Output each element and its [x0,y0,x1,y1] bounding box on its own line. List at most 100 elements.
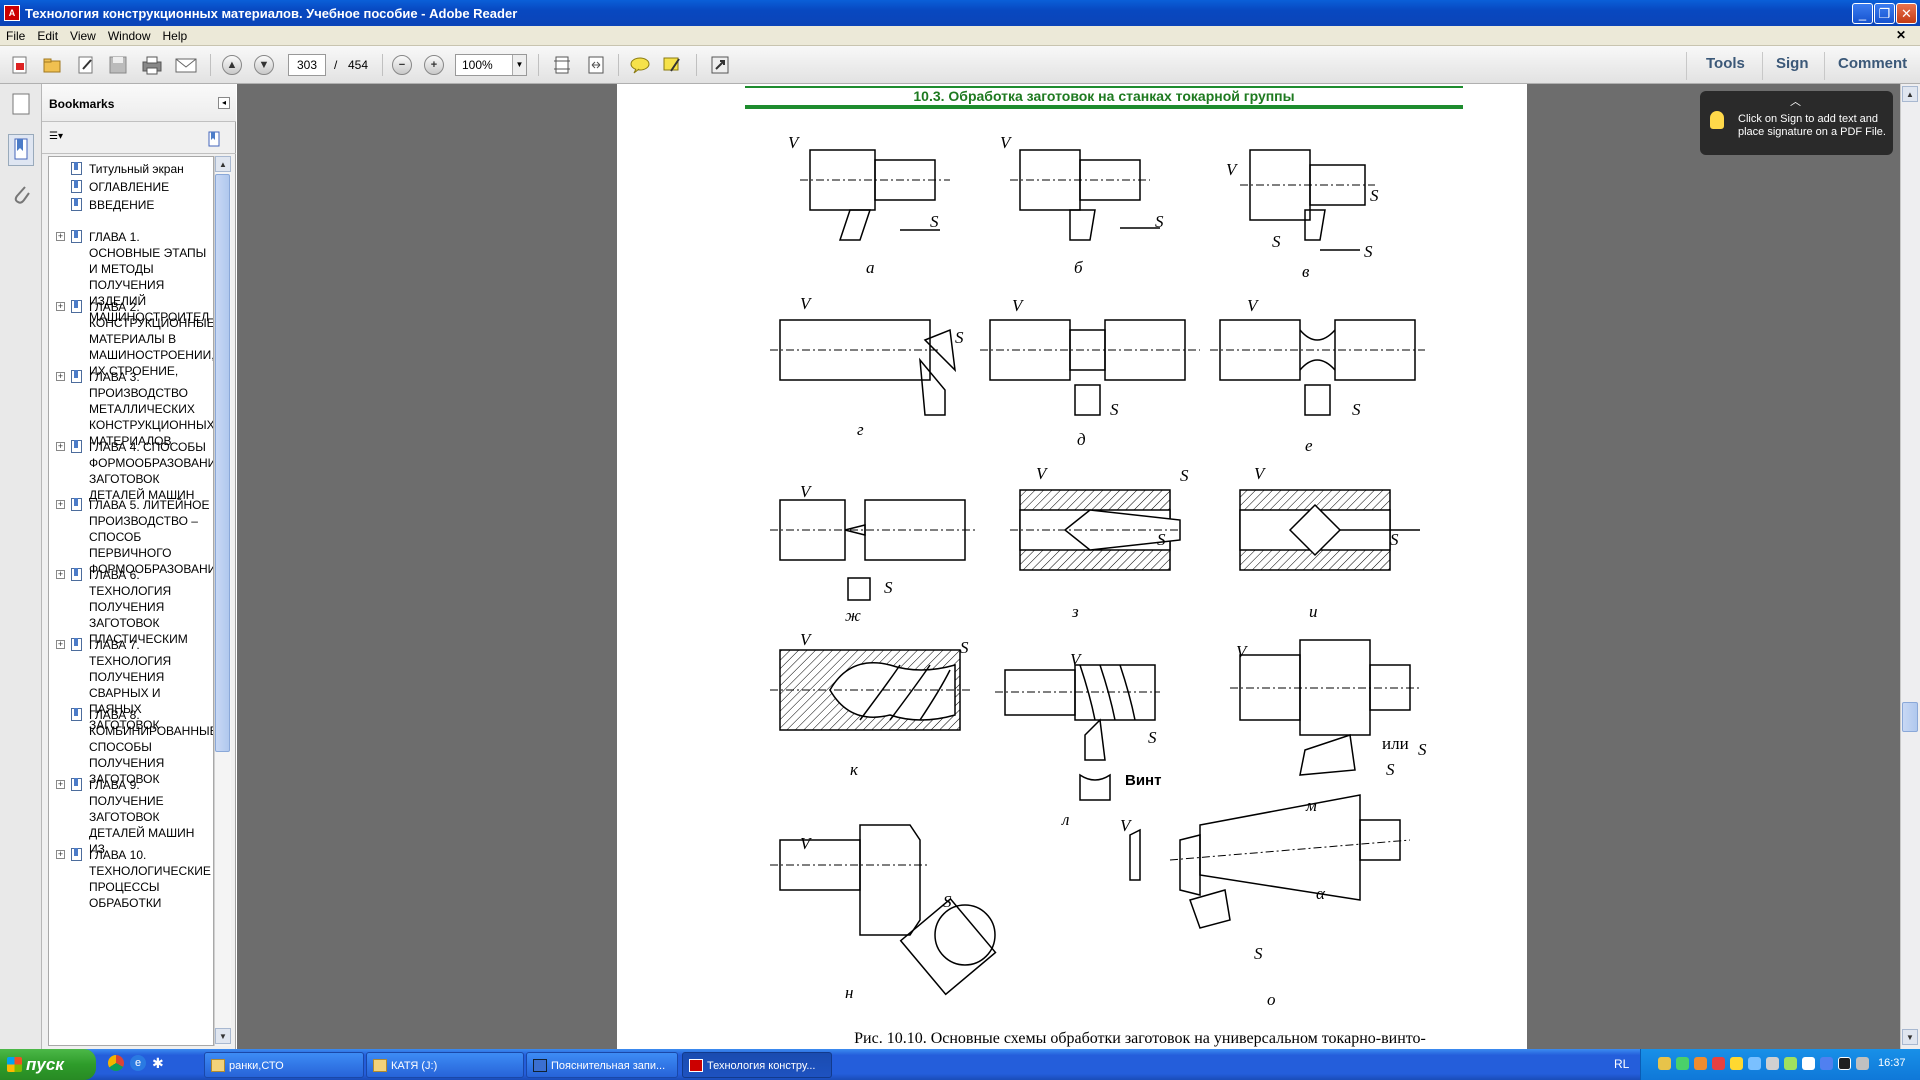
expand-icon[interactable]: + [56,850,65,859]
chevron-up-icon[interactable]: ︿ [1790,93,1801,109]
zoom-in-icon[interactable]: + [424,55,444,75]
tray-app-icon[interactable] [1730,1057,1743,1070]
expand-icon[interactable]: + [56,500,65,509]
print-icon[interactable] [140,53,164,77]
taskbar-item[interactable]: Пояснительная запи... [526,1052,678,1078]
bookmark-icon [71,162,82,175]
tray-app-icon[interactable] [1766,1057,1779,1070]
expand-icon[interactable]: + [56,780,65,789]
tray-network-icon[interactable] [1676,1057,1689,1070]
taskbar-item-active[interactable]: Технология констру... [682,1052,832,1078]
figure-label-zh: ж [845,606,861,625]
fit-width-icon[interactable] [584,53,608,77]
minimize-button[interactable]: _ [1852,3,1873,24]
create-pdf-icon[interactable] [8,53,32,77]
scroll-up-icon[interactable]: ▲ [215,156,231,172]
email-icon[interactable] [174,53,198,77]
document-close-icon[interactable]: ✕ [1890,28,1912,42]
expand-icon[interactable]: + [56,640,65,649]
document-scrollbar[interactable]: ▲ ▼ [1900,84,1920,1049]
collapse-panel-icon[interactable]: ◂ [218,97,230,109]
sign-button[interactable]: Sign [1776,55,1809,72]
menu-view[interactable]: View [64,29,102,43]
taskbar-item-label: Технология констру... [707,1060,816,1072]
comment-bubble-icon[interactable] [628,53,652,77]
word-icon [533,1059,547,1072]
chevron-down-icon[interactable]: ▼ [512,55,526,75]
lightbulb-icon [1710,111,1724,129]
bookmark-options-icon[interactable]: ☰▾ [49,131,75,147]
taskbar-item-label: КАТЯ (J:) [391,1060,438,1072]
feed-label: S [955,328,964,347]
scroll-up-icon[interactable]: ▲ [1902,86,1918,102]
menu-file[interactable]: File [0,29,31,43]
document-scroll-thumb[interactable] [1902,702,1918,732]
menu-edit[interactable]: Edit [31,29,64,43]
bookmark-label: ГЛАВА 6. ТЕХНОЛОГИЯ ПОЛУЧЕНИЯ ЗАГОТОВОК … [89,568,188,646]
tray-app-icon[interactable] [1712,1057,1725,1070]
quick-launch-icon[interactable]: ✱ [152,1055,168,1071]
velocity-label: V [800,482,811,501]
taskbar-item-label: Пояснительная запи... [551,1060,666,1072]
adobe-reader-icon [689,1059,703,1072]
screw-label: Винт [1125,772,1162,789]
highlight-icon[interactable] [660,53,684,77]
figure-label-o: о [1267,990,1276,1009]
chrome-icon[interactable] [108,1055,124,1071]
figure-label-k: к [850,760,858,779]
expand-icon[interactable]: + [56,372,65,381]
scroll-down-icon[interactable]: ▼ [1902,1029,1918,1045]
comment-button[interactable]: Comment [1838,55,1907,72]
expand-icon[interactable]: + [56,442,65,451]
fit-page-icon[interactable] [550,53,574,77]
taskbar-item[interactable]: ранки,СТО [204,1052,364,1078]
figure-label-n: н [845,983,854,1002]
bookmarks-panel-icon[interactable] [8,134,34,166]
volume-icon[interactable] [1856,1057,1869,1070]
turning-schemes-figure [770,149,1425,996]
taskbar-item[interactable]: КАТЯ (J:) [366,1052,524,1078]
start-button[interactable]: пуск [0,1049,96,1080]
tray-app-icon[interactable] [1694,1057,1707,1070]
tray-shield-icon[interactable] [1658,1057,1671,1070]
page-number-input[interactable]: 303 [288,54,326,76]
tray-app-icon[interactable] [1784,1057,1797,1070]
velocity-label: V [1236,642,1247,661]
tray-app-icon[interactable] [1820,1057,1833,1070]
next-page-icon[interactable]: ▼ [254,55,274,75]
expand-icon[interactable]: + [56,570,65,579]
zoom-out-icon[interactable]: − [392,55,412,75]
internet-explorer-icon[interactable]: e [130,1055,146,1071]
feed-label: S [1390,530,1399,549]
expand-bookmark-icon[interactable] [206,131,224,147]
bookmark-label: ОГЛАВЛЕНИЕ [89,180,170,194]
velocity-label: V [1000,133,1011,152]
tray-app-icon[interactable] [1838,1057,1851,1070]
full-screen-icon[interactable] [708,53,732,77]
close-button[interactable]: ✕ [1896,3,1917,24]
open-icon[interactable] [40,53,64,77]
restore-button[interactable]: ❐ [1874,3,1895,24]
bookmarks-scroll-thumb[interactable] [215,174,230,752]
feed-label: S [1180,466,1189,485]
tools-button[interactable]: Tools [1706,55,1745,72]
feed-label: S [1155,212,1164,231]
expand-icon[interactable]: + [56,302,65,311]
edit-icon[interactable] [74,53,98,77]
scroll-down-icon[interactable]: ▼ [215,1028,231,1044]
menu-window[interactable]: Window [102,29,157,43]
zoom-select[interactable]: 100% ▼ [455,54,527,76]
figure-label-z: з [1072,602,1079,621]
bookmarks-title: Bookmarks [49,97,115,111]
page-thumbnails-icon[interactable] [10,92,32,119]
navigation-pane-strip [0,84,42,1049]
section-title: 10.3. Обработка заготовок на станках ток… [913,88,1295,104]
attachments-icon[interactable] [10,182,32,209]
tray-app-icon[interactable] [1802,1057,1815,1070]
expand-icon[interactable]: + [56,232,65,241]
previous-page-icon[interactable]: ▲ [222,55,242,75]
language-indicator[interactable]: RL [1614,1057,1629,1071]
tray-app-icon[interactable] [1748,1057,1761,1070]
save-icon[interactable] [106,53,130,77]
menu-help[interactable]: Help [157,29,194,43]
